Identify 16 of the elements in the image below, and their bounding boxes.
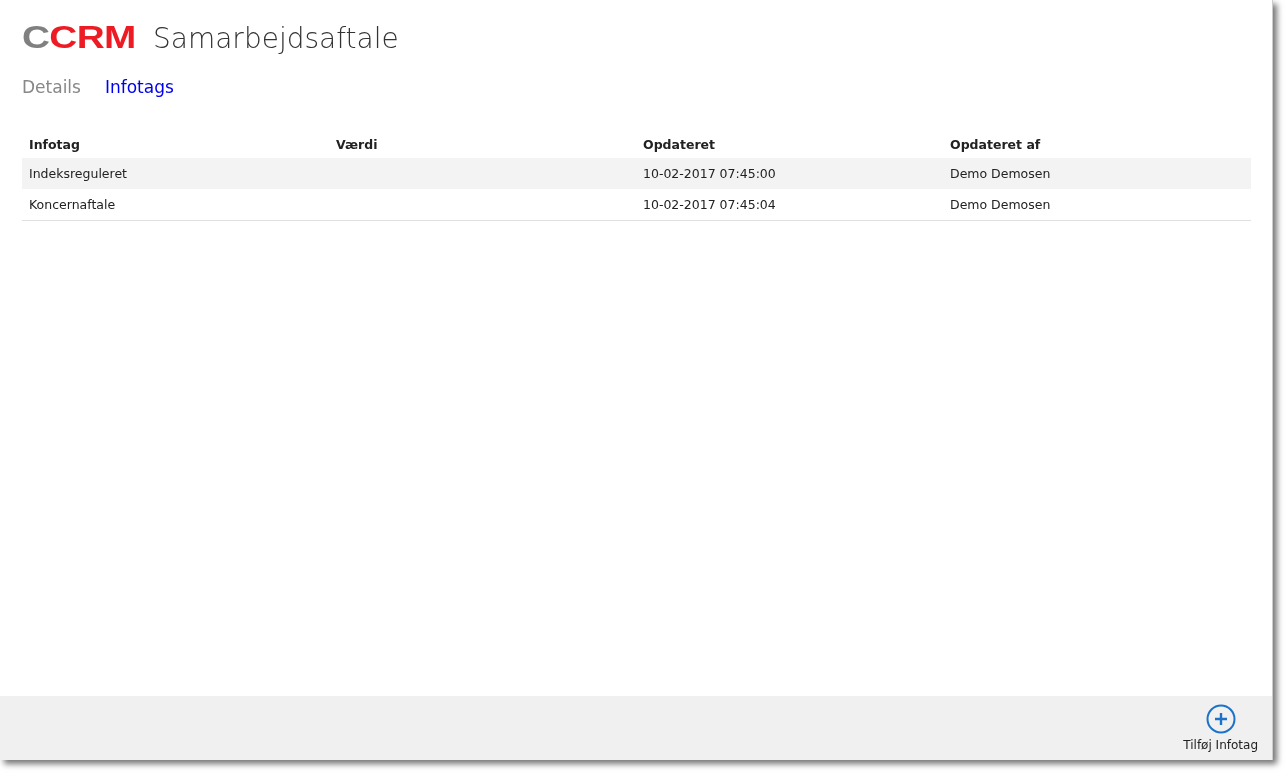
plus-circle-icon xyxy=(1205,704,1236,734)
column-header: Infotag xyxy=(22,130,329,158)
logo: CCRM xyxy=(22,22,136,53)
table-cell: 10-02-2017 07:45:04 xyxy=(636,189,943,221)
table-cell: Demo Demosen xyxy=(943,158,1251,189)
tab[interactable]: Details xyxy=(22,77,81,97)
column-header: Opdateret xyxy=(636,130,943,158)
table-cell: Koncernaftale xyxy=(22,189,329,221)
page-title: Samarbejdsaftale xyxy=(153,22,399,55)
table-cell: 10-02-2017 07:45:00 xyxy=(636,158,943,189)
column-header: Værdi xyxy=(329,130,636,158)
tab[interactable]: Infotags xyxy=(104,77,174,97)
table-cell: Indeksreguleret xyxy=(22,158,329,189)
add-infotag-button[interactable]: Tilføj Infotag xyxy=(1183,704,1258,752)
column-header: Opdateret af xyxy=(943,130,1251,158)
table-cell: Demo Demosen xyxy=(943,189,1251,221)
